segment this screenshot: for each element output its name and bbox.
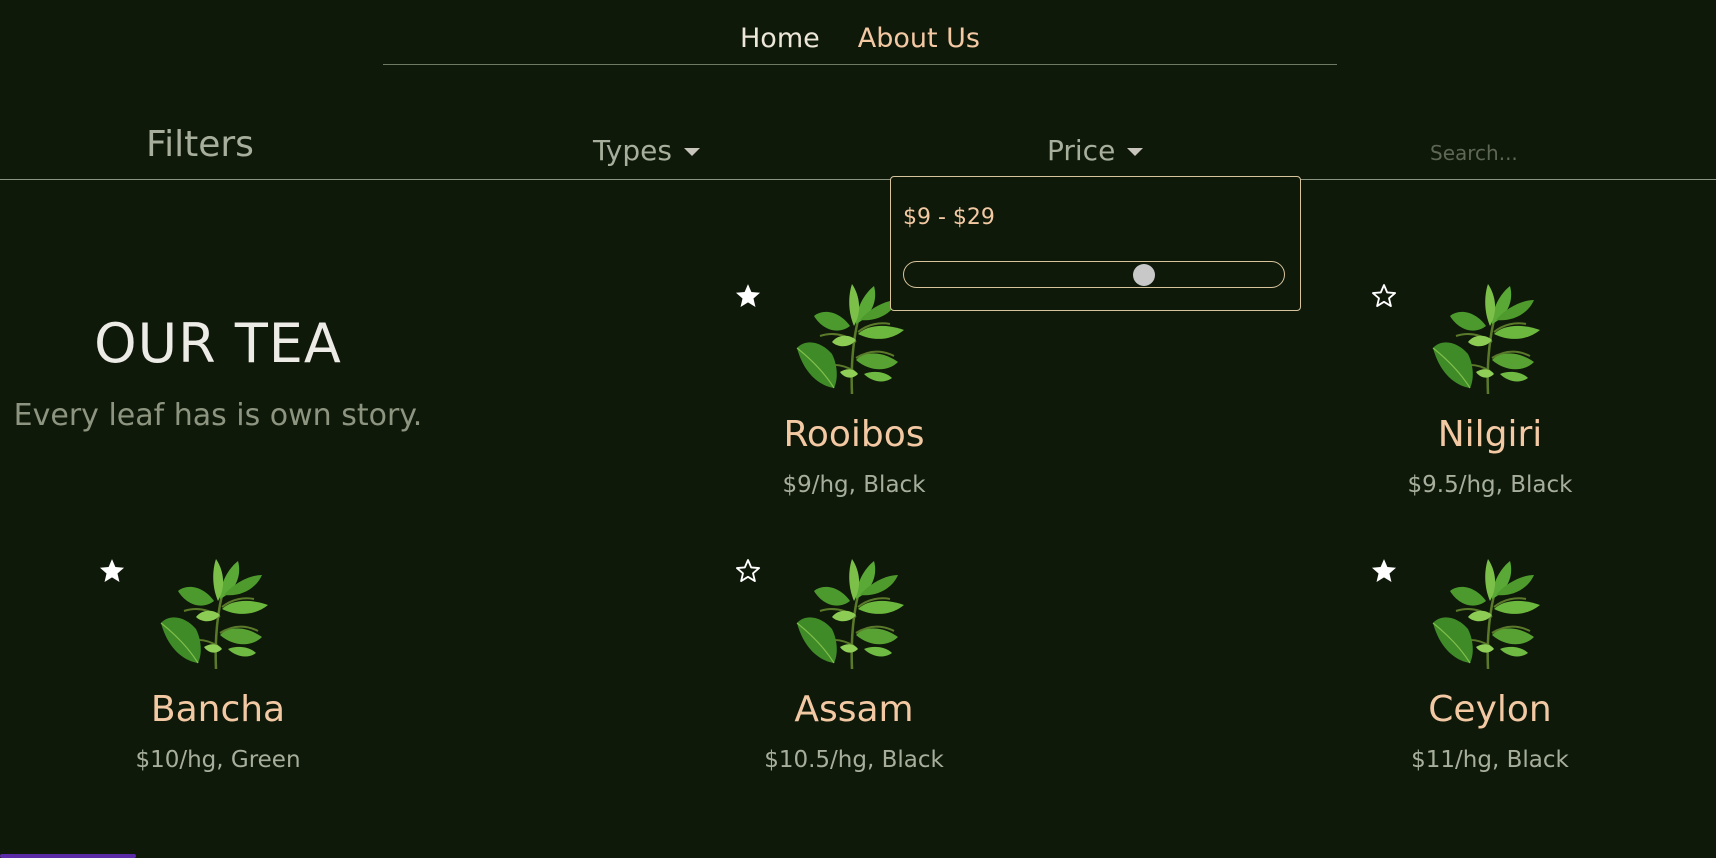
- tea-leaf-icon: [1430, 276, 1550, 396]
- filter-bar: Filters Types Price: [0, 110, 1716, 180]
- page-title: OUR TEA: [94, 312, 342, 375]
- tea-name: Assam: [794, 689, 914, 730]
- tea-price-type: $10.5/hg, Black: [764, 747, 944, 773]
- price-slider-thumb[interactable]: [1132, 264, 1155, 286]
- caret-down-icon: [683, 147, 700, 156]
- types-dropdown-label: Types: [593, 134, 672, 167]
- price-range-label: $9 - $29: [903, 205, 995, 230]
- tea-leaf-icon: [158, 551, 278, 671]
- tea-price-type: $9/hg, Black: [782, 472, 926, 498]
- tea-card[interactable]: Assam $10.5/hg, Black: [739, 551, 1039, 781]
- tea-leaf-icon: [1430, 551, 1550, 671]
- nav-link-home[interactable]: Home: [740, 23, 820, 54]
- filters-title: Filters: [146, 124, 254, 165]
- tea-name: Ceylon: [1428, 689, 1552, 730]
- favorite-star-icon[interactable]: [1370, 282, 1398, 310]
- favorite-star-icon[interactable]: [734, 282, 762, 310]
- tea-leaf-icon: [794, 551, 914, 671]
- tea-name: Rooibos: [783, 414, 925, 455]
- tea-name: Bancha: [150, 689, 286, 730]
- tea-card[interactable]: Bancha $10/hg, Green: [103, 551, 403, 781]
- page: Home About Us Filters Types Price $9 - $…: [0, 0, 1716, 858]
- page-subtitle: Every leaf has is own story.: [13, 398, 423, 433]
- types-dropdown[interactable]: Types: [593, 134, 700, 167]
- tea-name: Nilgiri: [1437, 414, 1543, 455]
- price-dropdown-label: Price: [1047, 134, 1116, 167]
- tea-card[interactable]: Ceylon $11/hg, Black: [1375, 551, 1675, 781]
- nav-link-about-us[interactable]: About Us: [858, 23, 980, 54]
- tea-price-type: $11/hg, Black: [1411, 747, 1569, 773]
- caret-down-icon: [1127, 147, 1144, 156]
- tea-card[interactable]: Nilgiri $9.5/hg, Black: [1375, 276, 1675, 506]
- bottom-accent-bar: [0, 854, 136, 858]
- favorite-star-icon[interactable]: [1370, 557, 1398, 585]
- price-dropdown-panel: $9 - $29: [890, 176, 1301, 311]
- favorite-star-icon[interactable]: [734, 557, 762, 585]
- search-input[interactable]: [1430, 138, 1690, 168]
- top-navigation: Home About Us: [383, 0, 1337, 65]
- price-slider[interactable]: [903, 261, 1285, 288]
- tea-price-type: $10/hg, Green: [135, 747, 301, 773]
- price-dropdown[interactable]: Price: [1047, 134, 1144, 167]
- tea-price-type: $9.5/hg, Black: [1407, 472, 1573, 498]
- favorite-star-icon[interactable]: [98, 557, 126, 585]
